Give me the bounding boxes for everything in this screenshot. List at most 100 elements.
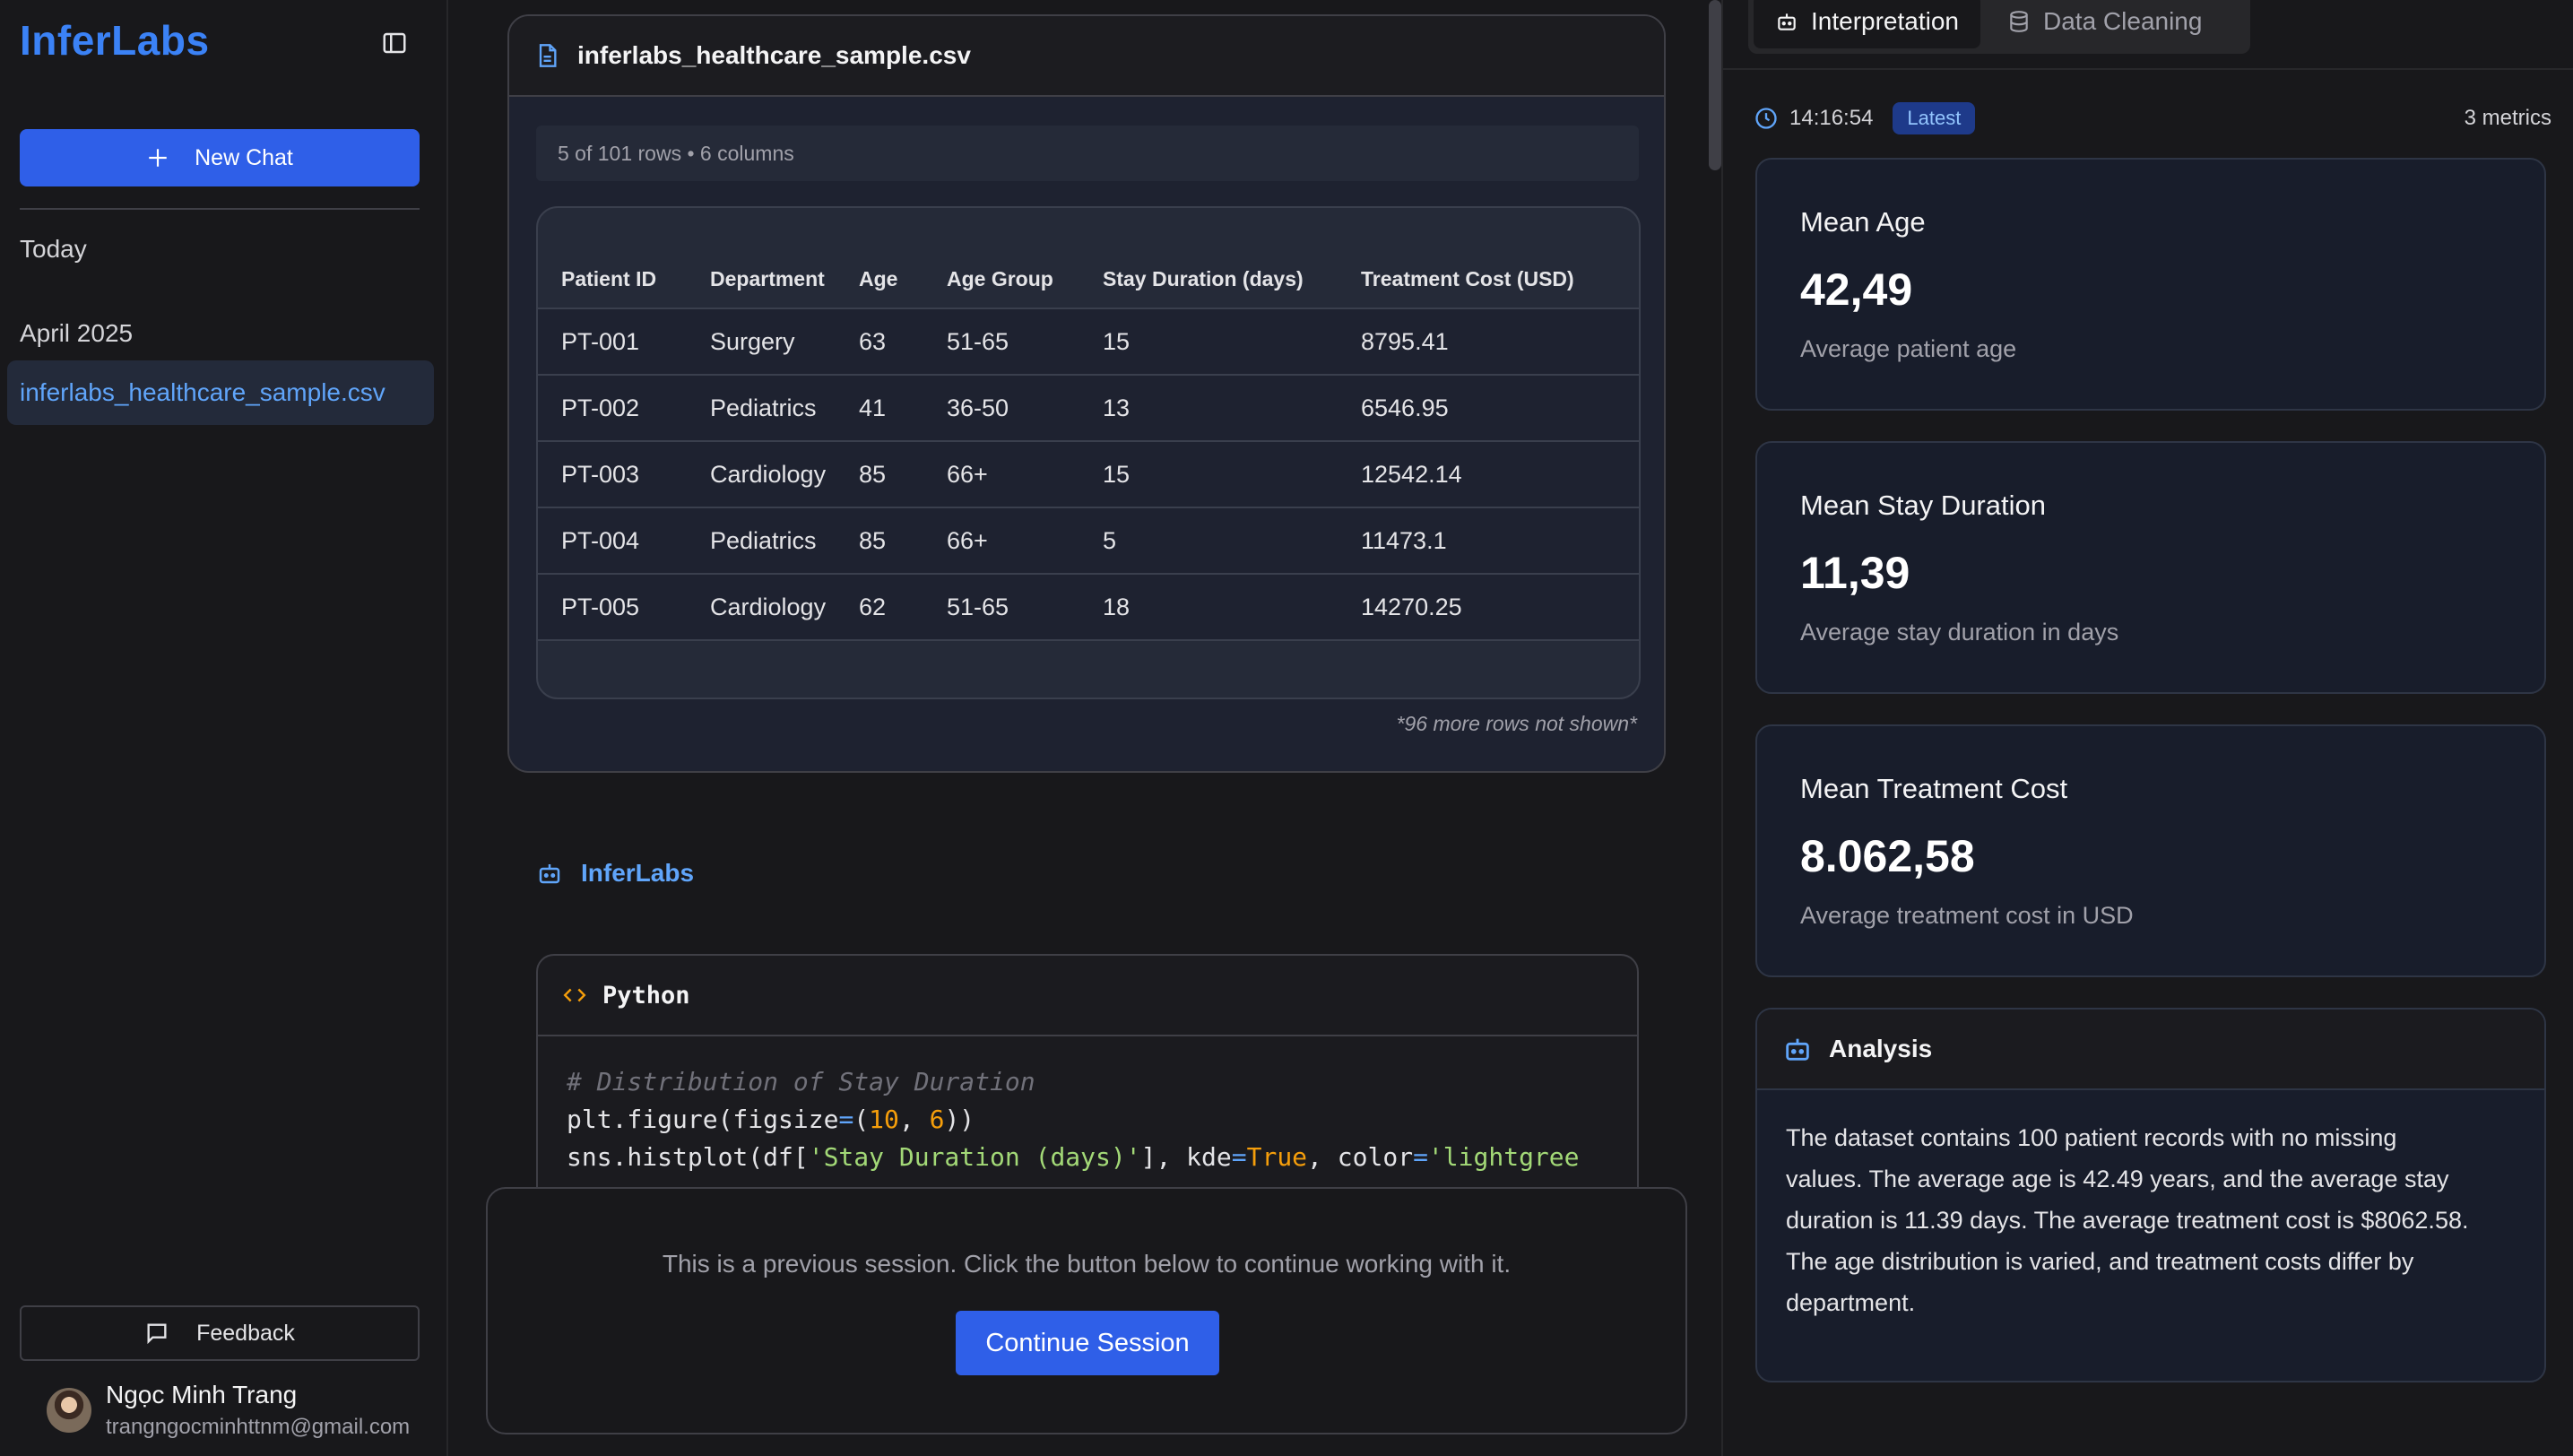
metric-count: 3 metrics [2464, 106, 2551, 130]
table-cell: 62 [836, 574, 923, 641]
file-preview-body: 5 of 101 rows • 6 columns Patient ID Dep… [509, 97, 1664, 771]
analysis-line: duration is 11.39 days. The average trea… [1786, 1207, 2469, 1234]
group-label-today: Today [20, 235, 87, 263]
table-cell: Pediatrics [687, 375, 836, 442]
file-icon [539, 44, 557, 67]
table-cell: 6546.95 [1338, 375, 1639, 442]
table-cell: PT-005 [538, 574, 687, 641]
code-line: sns.histplot(df['Stay Duration (days)'],… [567, 1142, 1580, 1172]
bot-icon [1786, 1038, 1809, 1061]
column-header: Stay Duration (days) [1079, 251, 1338, 309]
table-cell: 51-65 [923, 574, 1079, 641]
assistant-label: InferLabs [536, 859, 694, 888]
table-cell: 18 [1079, 574, 1338, 641]
bot-icon [1778, 13, 1796, 30]
metric-card: Mean Age 42,49 Average patient age [1755, 158, 2546, 411]
data-table: Patient ID Department Age Age Group Stay… [536, 206, 1641, 699]
tab-label: Data Cleaning [2043, 7, 2203, 35]
main-content: inferlabs_healthcare_sample.csv 5 of 101… [450, 0, 1721, 1456]
assistant-name: InferLabs [581, 859, 695, 887]
analysis-line: values. The average age is 42.49 years, … [1786, 1166, 2449, 1192]
table-row: PT-003 Cardiology 85 66+ 15 12542.14 [538, 441, 1639, 508]
table-row: PT-005 Cardiology 62 51-65 18 14270.25 [538, 574, 1639, 641]
database-icon [2010, 11, 2028, 32]
user-profile[interactable]: Ngọc Minh Trang trangngocminhttnm@gmail.… [47, 1381, 441, 1443]
column-header: Treatment Cost (USD) [1338, 251, 1639, 309]
session-message: This is a previous session. Click the bu… [662, 1250, 1512, 1278]
rows-info: 5 of 101 rows • 6 columns [536, 126, 1639, 181]
latest-badge: Latest [1893, 102, 1976, 134]
column-header: Patient ID [538, 251, 687, 309]
table-cell: 15 [1079, 441, 1338, 508]
continue-session-button[interactable]: Continue Session [956, 1311, 1219, 1375]
table-cell: 12542.14 [1338, 441, 1639, 508]
table-cell: 63 [836, 308, 923, 376]
metric-card: Mean Treatment Cost 8.062,58 Average tre… [1755, 724, 2546, 977]
table-cell: 8795.41 [1338, 308, 1639, 376]
code-content[interactable]: # Distribution of Stay Duration plt.figur… [538, 1036, 1637, 1176]
metric-description: Average stay duration in days [1800, 619, 2119, 646]
timestamp: 14:16:54 [1789, 106, 1874, 130]
tab-label: Interpretation [1811, 7, 1959, 35]
panel-tabs: Interpretation Data Cleaning [1748, 0, 2250, 54]
code-block: Python # Distribution of Stay Duration pl… [536, 954, 1639, 1223]
analysis-line: The dataset contains 100 patient records… [1786, 1124, 2397, 1151]
file-preview-header: inferlabs_healthcare_sample.csv [509, 16, 1664, 97]
table-cell: 66+ [923, 507, 1079, 575]
file-preview-card: inferlabs_healthcare_sample.csv 5 of 101… [507, 14, 1666, 773]
previous-session-notice: This is a previous session. Click the bu… [486, 1187, 1687, 1434]
table-cell: 41 [836, 375, 923, 442]
table-cell: PT-001 [538, 308, 687, 376]
table-cell: Surgery [687, 308, 836, 376]
table-cell: 5 [1079, 507, 1338, 575]
metric-description: Average treatment cost in USD [1800, 902, 2134, 929]
analysis-text: The dataset contains 100 patient records… [1757, 1090, 2544, 1323]
table-cell: PT-004 [538, 507, 687, 575]
table-cell: 15 [1079, 308, 1338, 376]
metric-title: Mean Stay Duration [1800, 490, 2046, 521]
metric-card: Mean Stay Duration 11,39 Average stay du… [1755, 441, 2546, 694]
metric-value: 42,49 [1800, 264, 1913, 315]
file-name: inferlabs_healthcare_sample.csv [577, 41, 971, 69]
column-header: Age [836, 251, 923, 309]
table-header-row: Patient ID Department Age Age Group Stay… [538, 251, 1639, 309]
table-cell: 51-65 [923, 308, 1079, 376]
sidebar-toggle-button[interactable] [377, 27, 412, 59]
avatar [47, 1388, 91, 1433]
bot-icon [539, 864, 560, 884]
table-cell: 11473.1 [1338, 507, 1639, 575]
table-cell: 66+ [923, 441, 1079, 508]
tab-data-cleaning[interactable]: Data Cleaning [1986, 0, 2223, 48]
analysis-line: The age distribution is varied, and trea… [1786, 1248, 2414, 1275]
panel-divider [1723, 68, 2573, 70]
feedback-button[interactable]: Feedback [20, 1305, 420, 1361]
table-cell: Pediatrics [687, 507, 836, 575]
message-icon [147, 1323, 167, 1345]
tab-interpretation[interactable]: Interpretation [1754, 0, 1980, 48]
metric-value: 11,39 [1800, 548, 1910, 598]
feedback-label: Feedback [196, 1320, 295, 1346]
metric-title: Mean Treatment Cost [1800, 773, 2068, 804]
group-label-april: April 2025 [20, 319, 134, 347]
brand-logo: InferLabs [20, 17, 210, 64]
table-cell: 13 [1079, 375, 1338, 442]
main-scrollbar[interactable] [1709, 0, 1721, 170]
table-cell: Cardiology [687, 574, 836, 641]
analysis-title: Analysis [1829, 1035, 1933, 1062]
table-row: PT-002 Pediatrics 41 36-50 13 6546.95 [538, 375, 1639, 442]
metric-description: Average patient age [1800, 335, 2017, 362]
metrics-meta: 14:16:54 Latest 3 metrics [1754, 100, 2551, 136]
code-header: Python [538, 956, 1637, 1036]
table-row: PT-004 Pediatrics 85 66+ 5 11473.1 [538, 507, 1639, 575]
new-chat-button[interactable]: New Chat [20, 129, 420, 186]
metric-title: Mean Age [1800, 206, 1926, 238]
more-rows-note: *96 more rows not shown* [1396, 712, 1637, 735]
analysis-line: department. [1786, 1289, 1916, 1316]
table-cell: Cardiology [687, 441, 836, 508]
table-cell: 36-50 [923, 375, 1079, 442]
column-header: Department [687, 251, 836, 309]
analysis-header: Analysis [1757, 1010, 2544, 1090]
code-line: plt.figure(figsize=(10, 6)) [567, 1105, 975, 1134]
history-item[interactable]: inferlabs_healthcare_sample.csv [7, 360, 434, 425]
user-email: trangngocminhttnm@gmail.com [106, 1415, 411, 1439]
